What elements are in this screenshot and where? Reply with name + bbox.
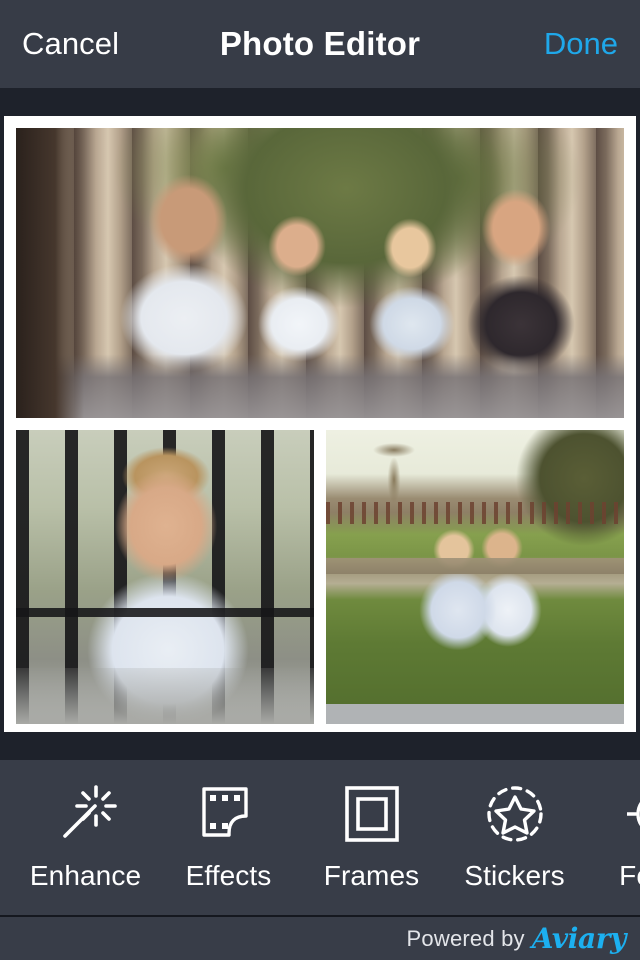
ground-area <box>16 668 314 724</box>
background-trees <box>504 430 624 560</box>
park-fence <box>326 502 624 524</box>
focus-radial-icon <box>622 778 640 850</box>
filmstrip-icon <box>193 778 265 850</box>
tool-stickers-label: Stickers <box>464 860 565 891</box>
tool-effects-label: Effects <box>185 860 272 891</box>
editor-toolbar[interactable]: Enhance Effects Frames Stickers F <box>0 760 640 915</box>
tool-enhance-label: Enhance <box>29 860 142 891</box>
done-button[interactable]: Done <box>544 26 618 62</box>
editor-canvas[interactable] <box>0 88 640 760</box>
photo-column-shadow <box>16 128 84 418</box>
photo-editor-screen: Cancel Photo Editor Done Enhance Effects… <box>0 0 640 960</box>
navigation-bar: Cancel Photo Editor Done <box>0 0 640 88</box>
tool-focus[interactable]: Focus <box>586 760 640 892</box>
photo-children-on-grass <box>326 430 624 704</box>
star-in-dashed-circle-icon <box>479 778 551 850</box>
palm-tree <box>362 434 426 506</box>
collage-cell-bottom-right[interactable] <box>326 430 624 724</box>
park-wall <box>326 558 624 574</box>
tool-effects[interactable]: Effects <box>157 760 300 892</box>
tool-frames-label: Frames <box>323 860 420 891</box>
tool-focus-label: Focus <box>619 860 640 891</box>
tool-frames[interactable]: Frames <box>300 760 443 892</box>
tool-stickers[interactable]: Stickers <box>443 760 586 892</box>
double-square-frame-icon <box>336 778 408 850</box>
collage-cell-top[interactable] <box>16 128 624 418</box>
aviary-logo: Aviary <box>531 922 627 955</box>
collage-frame[interactable] <box>4 116 636 732</box>
photo-boy-at-railing <box>16 430 314 724</box>
collage-grid <box>16 128 624 724</box>
cancel-button[interactable]: Cancel <box>22 26 119 62</box>
toolbar-scroll-track[interactable]: Enhance Effects Frames Stickers F <box>0 760 640 915</box>
empty-photo-placeholder-strip[interactable] <box>326 704 624 724</box>
railing-crossbar <box>16 608 314 617</box>
magic-wand-icon <box>50 778 122 850</box>
footer-bar: Powered by Aviary <box>0 915 640 960</box>
tool-enhance[interactable]: Enhance <box>14 760 157 892</box>
photo-family-group <box>16 128 624 418</box>
collage-cell-bottom-left[interactable] <box>16 430 314 724</box>
powered-by-label: Powered by <box>406 925 525 951</box>
